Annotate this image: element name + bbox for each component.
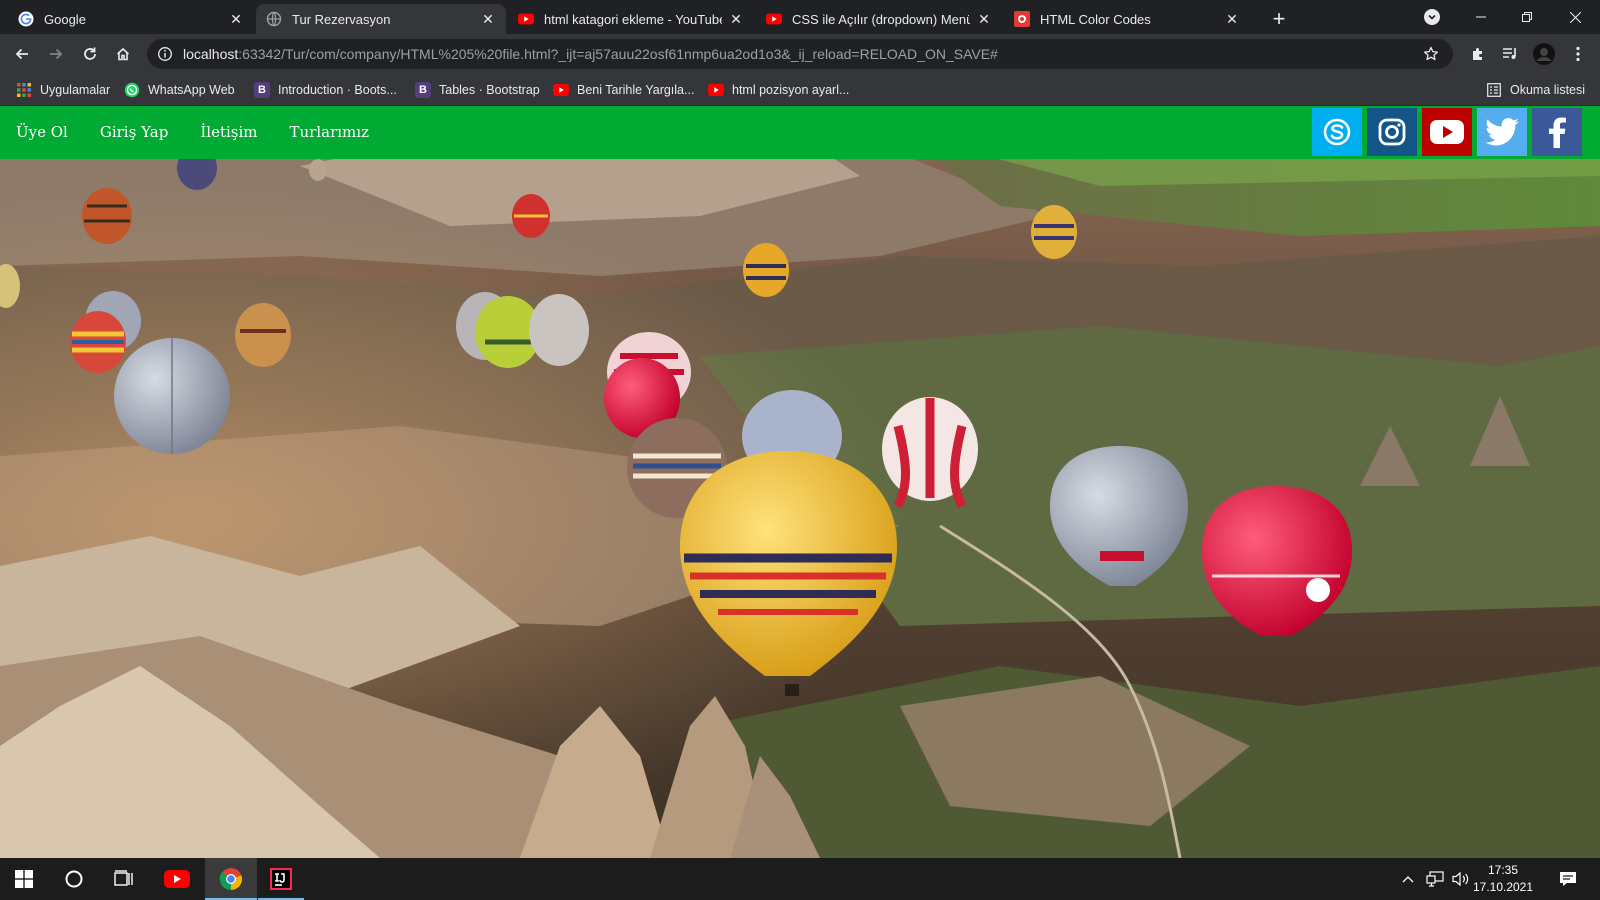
page-viewport: Üye Ol Giriş Yap İletişim Turlarımız — [0, 106, 1600, 858]
tab-google[interactable]: Google ✕ — [8, 4, 254, 34]
bootstrap-icon: B — [415, 82, 431, 98]
site-menu: Üye Ol Giriş Yap İletişim Turlarımız — [0, 106, 385, 159]
balloon — [82, 188, 132, 244]
task-view-icon[interactable] — [100, 858, 148, 900]
url-host: localhost — [183, 46, 239, 62]
balloon — [1031, 205, 1077, 259]
bookmark-label: Tables · Bootstrap — [439, 83, 540, 97]
instagram-icon[interactable] — [1367, 108, 1417, 156]
youtube-icon — [766, 11, 782, 27]
youtube-taskbar-icon[interactable] — [153, 858, 201, 900]
balloon — [309, 159, 327, 181]
restore-icon[interactable] — [1504, 0, 1550, 34]
globe-icon — [266, 11, 282, 27]
tab-html-color-codes[interactable]: HTML Color Codes ✕ — [1004, 4, 1250, 34]
windows-start-icon[interactable] — [0, 858, 48, 900]
address-bar[interactable]: localhost:63342/Tur/com/company/HTML%205… — [147, 39, 1453, 69]
media-control-icon[interactable] — [1496, 40, 1524, 68]
nav-iletisim[interactable]: İletişim — [184, 106, 273, 159]
bookmark-bootstrap-tables[interactable]: B Tables · Bootstrap — [415, 80, 540, 100]
tab-title: Tur Rezervasyon — [292, 11, 391, 27]
home-icon[interactable] — [109, 40, 137, 68]
cortana-search-icon[interactable] — [50, 858, 98, 900]
balloon — [512, 194, 550, 238]
bookmark-label: WhatsApp Web — [148, 83, 235, 97]
bookmark-star-icon[interactable] — [1423, 46, 1439, 67]
system-clock[interactable]: 17:35 17.10.2021 — [1468, 862, 1538, 896]
clock-time: 17:35 — [1487, 863, 1519, 877]
chrome-taskbar-icon[interactable] — [205, 858, 257, 900]
balloon — [114, 338, 230, 454]
network-icon[interactable] — [1422, 858, 1448, 900]
close-tab-icon[interactable]: ✕ — [976, 11, 992, 27]
close-window-icon[interactable] — [1552, 0, 1598, 34]
profile-avatar[interactable] — [1530, 40, 1558, 68]
tab-tur-rezervasyon[interactable]: Tur Rezervasyon ✕ — [256, 4, 506, 34]
chevron-up-icon[interactable] — [1398, 858, 1418, 900]
minimize-icon[interactable] — [1458, 0, 1504, 34]
tab-youtube-katagori[interactable]: html katagori ekleme - YouTube ✕ — [508, 4, 754, 34]
tab-css-dropdown[interactable]: CSS ile Açılır (dropdown) Menü Y ✕ — [756, 4, 1002, 34]
tab-title: CSS ile Açılır (dropdown) Menü Y — [792, 11, 970, 27]
nav-turlarimiz[interactable]: Turlarımız — [274, 106, 385, 159]
youtube-icon — [553, 82, 569, 98]
whatsapp-icon — [124, 82, 140, 98]
social-links — [1312, 108, 1582, 156]
site-info-icon[interactable] — [157, 46, 173, 62]
reading-list-label: Okuma listesi — [1510, 83, 1586, 97]
apps-grid-icon — [16, 82, 32, 98]
new-tab-icon[interactable]: + — [1266, 6, 1292, 32]
menu-icon[interactable] — [1564, 40, 1592, 68]
close-tab-icon[interactable]: ✕ — [1224, 11, 1240, 27]
bookmark-beni-tarihle[interactable]: Beni Tarihle Yargıla... — [553, 80, 694, 100]
balloon — [70, 311, 126, 373]
bookmark-whatsapp[interactable]: WhatsApp Web — [124, 80, 235, 100]
balloon — [743, 243, 789, 297]
intellij-taskbar-icon[interactable] — [258, 858, 304, 900]
bookmark-label: html pozisyon ayarl... — [732, 83, 850, 97]
close-tab-icon[interactable]: ✕ — [228, 11, 244, 27]
close-tab-icon[interactable]: ✕ — [480, 11, 496, 27]
windows-taskbar: 17:35 17.10.2021 — [0, 858, 1600, 900]
color-codes-icon — [1014, 11, 1030, 27]
browser-toolbar: localhost:63342/Tur/com/company/HTML%205… — [0, 34, 1600, 74]
nav-uye-ol[interactable]: Üye Ol — [0, 106, 84, 159]
tab-title: Google — [44, 11, 86, 27]
nav-giris-yap[interactable]: Giriş Yap — [84, 106, 185, 159]
clock-date: 17.10.2021 — [1472, 880, 1534, 894]
youtube-icon — [518, 11, 534, 27]
forward-icon[interactable] — [42, 40, 70, 68]
url-text: localhost:63342/Tur/com/company/HTML%205… — [183, 46, 998, 62]
tab-search-icon[interactable] — [1424, 9, 1440, 25]
youtube-icon[interactable] — [1422, 108, 1472, 156]
bootstrap-icon: B — [254, 82, 270, 98]
browser-tab-strip: Google ✕ Tur Rezervasyon ✕ html katagori… — [0, 0, 1600, 34]
tab-title: HTML Color Codes — [1040, 11, 1151, 27]
reading-list-icon — [1486, 82, 1502, 98]
extensions-icon[interactable] — [1464, 40, 1492, 68]
site-navbar: Üye Ol Giriş Yap İletişim Turlarımız — [0, 106, 1600, 159]
bookmark-apps[interactable]: Uygulamalar — [16, 80, 110, 100]
bookmark-html-pozisyon[interactable]: html pozisyon ayarl... — [708, 80, 849, 100]
bookmark-label: Introduction · Boots... — [278, 83, 397, 97]
bookmark-label: Beni Tarihle Yargıla... — [577, 83, 695, 97]
bookmark-label: Uygulamalar — [40, 83, 111, 97]
facebook-icon[interactable] — [1532, 108, 1582, 156]
balloon — [235, 303, 291, 367]
twitter-icon[interactable] — [1477, 108, 1527, 156]
balloon — [529, 294, 589, 366]
reading-list-button[interactable]: Okuma listesi — [1486, 80, 1585, 100]
youtube-icon — [708, 82, 724, 98]
google-icon — [18, 11, 34, 27]
bookmark-bootstrap-intro[interactable]: B Introduction · Boots... — [254, 80, 397, 100]
url-path: :63342/Tur/com/company/HTML%205%20file.h… — [238, 46, 998, 62]
reload-icon[interactable] — [76, 40, 104, 68]
tab-title: html katagori ekleme - YouTube — [544, 11, 722, 27]
skype-icon[interactable] — [1312, 108, 1362, 156]
bookmarks-bar: Uygulamalar WhatsApp Web B Introduction … — [0, 74, 1600, 106]
close-tab-icon[interactable]: ✕ — [728, 11, 744, 27]
back-icon[interactable] — [8, 40, 36, 68]
notifications-icon[interactable] — [1550, 858, 1586, 900]
hero-balloons-image — [0, 106, 1600, 858]
